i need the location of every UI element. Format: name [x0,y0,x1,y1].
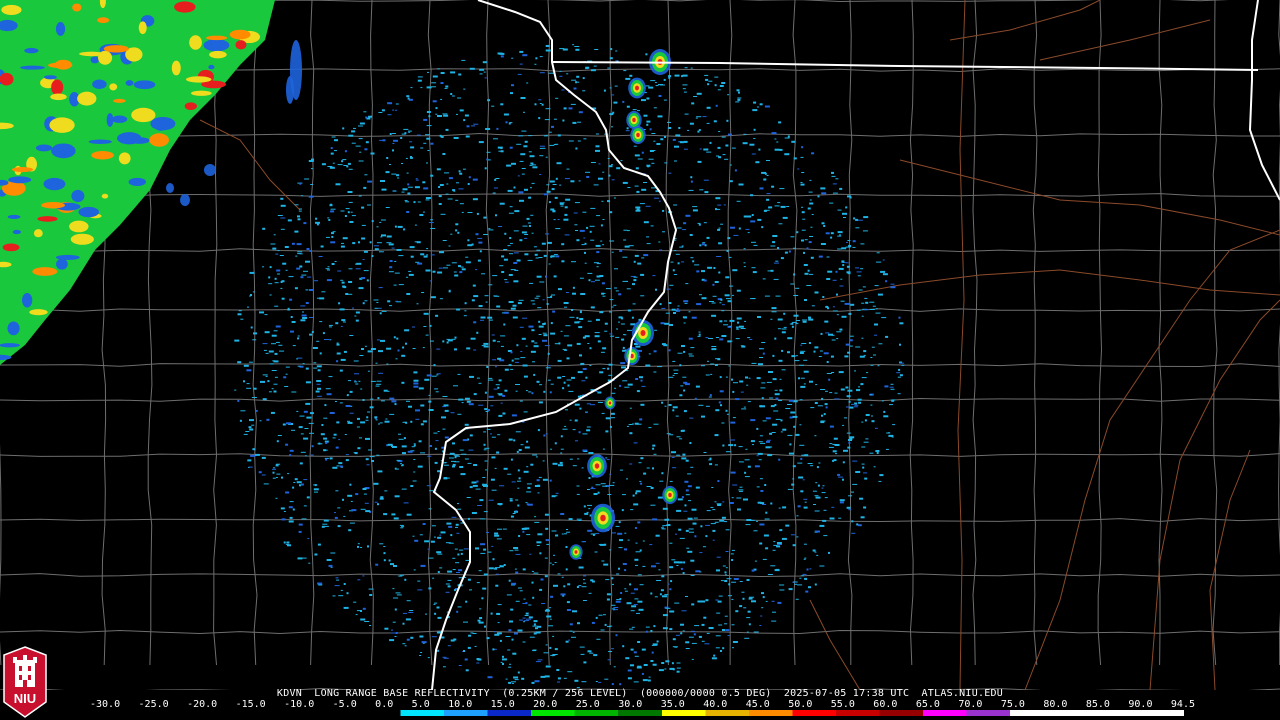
colorbar-tick: 40.0 [703,699,728,710]
colorbar-tick: 20.0 [533,699,558,710]
colorbar-tick: 70.0 [958,699,983,710]
colorbar-tick: 90.0 [1128,699,1153,710]
product-caption: KDVN LONG RANGE BASE REFLECTIVITY (0.25K… [0,688,1280,699]
volume-label: (000000/0000 0.5 DEG) [639,688,772,699]
resolution-label: (0.25KM / 256 LEVEL) [502,688,628,699]
colorbar-tick: -15.0 [235,699,266,710]
colorbar-tick: 10.0 [448,699,473,710]
colorbar-tick: 35.0 [660,699,685,710]
colorbar-tick: 25.0 [575,699,600,710]
colorbar-tick: 5.0 [411,699,430,710]
niu-logo: NIU [3,646,47,718]
logo-text: NIU [14,691,36,706]
reflectivity-colorbar [96,710,1184,716]
colorbar-tick: 15.0 [490,699,515,710]
colorbar-tick: -10.0 [284,699,315,710]
colorbar-tick: 45.0 [745,699,770,710]
colorbar-tick: 65.0 [915,699,940,710]
colorbar-tick: 0.0 [375,699,394,710]
product-name: LONG RANGE BASE REFLECTIVITY [314,688,490,699]
colorbar-tick: 60.0 [873,699,898,710]
source-label: ATLAS.NIU.EDU [921,688,1004,699]
colorbar-tick: 85.0 [1085,699,1110,710]
colorbar-tick: 50.0 [788,699,813,710]
colorbar-tick: 30.0 [618,699,643,710]
colorbar-tick-labels: -30.0 -25.0 -20.0 -15.0 -10.0 -5.0 0.0 5.0 10.0 1… [90,699,1195,710]
station-id: KDVN [276,688,303,699]
colorbar-tick: -5.0 [332,699,357,710]
colorbar-tick: 55.0 [830,699,855,710]
colorbar-tick: 94.5 [1170,699,1195,710]
radar-map [0,0,1280,690]
colorbar-tick: 75.0 [1000,699,1025,710]
colorbar-tick: -30.0 [90,699,121,710]
colorbar-tick: 80.0 [1043,699,1068,710]
castle-icon [13,655,37,687]
colorbar-tick: -20.0 [187,699,218,710]
timestamp-label: 2025-07-05 17:38 UTC [783,688,910,699]
colorbar-tick: -25.0 [138,699,169,710]
